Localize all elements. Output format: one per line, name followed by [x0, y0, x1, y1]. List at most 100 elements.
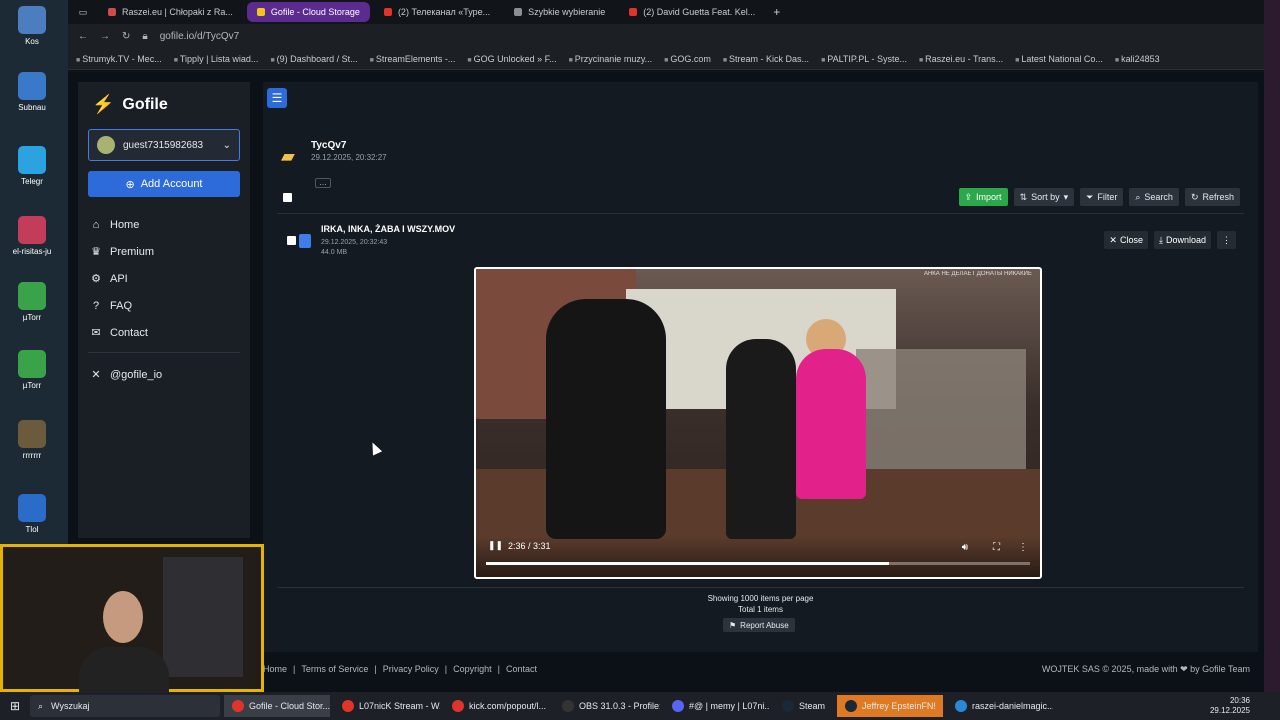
video-more-icon[interactable]: ⋮	[1018, 542, 1028, 553]
footer-link[interactable]: Privacy Policy	[383, 664, 439, 674]
desktop-icon-label: Telegr	[21, 177, 43, 186]
windows-start-icon[interactable]: ⊞	[0, 699, 30, 713]
desktop-icon[interactable]: Subnau	[10, 72, 54, 112]
desktop-app-icon	[18, 6, 46, 34]
forward-icon[interactable]: →	[100, 31, 110, 42]
report-abuse-button[interactable]: ⚑ Report Abuse	[723, 618, 795, 632]
reload-icon[interactable]: ↻	[122, 31, 130, 42]
footer-link[interactable]: Contact	[506, 664, 537, 674]
taskbar-search[interactable]: ⌕ Wyszukaj	[30, 695, 220, 717]
footer-credit: WOJTEK SAS © 2025, made with ❤ by Gofile…	[1041, 663, 1250, 674]
file-more-button[interactable]: ⋮	[1217, 231, 1236, 249]
volume-icon[interactable]: 🔊︎	[962, 542, 968, 553]
caret-down-icon: ▾	[1063, 191, 1069, 202]
file-name[interactable]: IRKA, INKA, ŻABA I WSZY.MOV	[321, 224, 455, 234]
bookmark-item[interactable]: GOG.com	[664, 54, 711, 64]
filter-button[interactable]: ⏷ Filter	[1080, 188, 1124, 206]
desktop-icon[interactable]: el-risitas-ju	[10, 216, 54, 256]
taskbar-app[interactable]: L07nicK Stream - W...	[334, 695, 440, 717]
taskbar-app-icon	[452, 700, 464, 712]
close-button[interactable]: ✕ Close	[1104, 231, 1148, 249]
fullscreen-icon[interactable]: ⛶	[993, 542, 1000, 553]
taskbar-app[interactable]: OBS 31.0.3 - Profile:...	[554, 695, 660, 717]
sidebar-item-label: Premium	[110, 245, 155, 258]
desktop-icon[interactable]: Kos	[10, 6, 54, 46]
search-button[interactable]: ⌕ Search	[1129, 188, 1179, 206]
desktop-icon[interactable]: Telegr	[10, 146, 54, 186]
bookmark-item[interactable]: (9) Dashboard / St...	[270, 54, 358, 64]
file-video-icon	[299, 234, 311, 248]
new-tab-button[interactable]: +	[773, 5, 780, 19]
footer-separator: |	[374, 664, 377, 674]
refresh-button[interactable]: ↻ Refresh	[1184, 188, 1240, 206]
sidebar-item-contact[interactable]: ✉ Contact	[88, 319, 240, 346]
file-checkbox[interactable]	[287, 236, 296, 245]
video-progress-bar[interactable]	[486, 562, 1030, 565]
sidebar-nav: ⌂ Home ♛ Premium ⚙ API? FAQ ✉ Contact	[88, 211, 240, 346]
browser-tab[interactable]: Gofile - Cloud Storage	[246, 2, 370, 22]
desktop-icon[interactable]: µTorr	[10, 350, 54, 390]
taskbar: ⊞ ⌕ Wyszukaj Gofile - Cloud Stor... L07ni…	[0, 692, 1280, 720]
filter-icon: ⏷	[1086, 191, 1094, 202]
tab-actions-icon[interactable]: ▭	[68, 7, 98, 18]
refresh-icon: ↻	[1190, 191, 1199, 202]
bookmark-item[interactable]: PALTIP.PL - Syste...	[821, 54, 907, 64]
footer-link[interactable]: Home	[263, 664, 287, 674]
taskbar-app[interactable]: #@ | memy | L07ni...	[664, 695, 770, 717]
folder-options-button[interactable]: …	[315, 178, 331, 188]
video-player[interactable]: АНКА НЕ ДЕЛАЕТ ДОНАТЫ НИКАКИЕ ❚❚ 2:36 / …	[474, 267, 1042, 579]
select-all-checkbox[interactable]	[283, 193, 292, 202]
menu-toggle-button[interactable]: ☰	[267, 88, 287, 108]
download-label: Download	[1165, 235, 1206, 245]
desktop-icon[interactable]: Tlol	[10, 494, 54, 534]
desktop-icon-label: Tlol	[25, 525, 39, 534]
desktop-right-edge	[1264, 0, 1280, 692]
bookmark-item[interactable]: Stream - Kick Das...	[723, 54, 809, 64]
sidebar-item-api[interactable]: ⚙ API	[88, 265, 240, 292]
taskbar-app[interactable]: kick.com/popout/l...	[444, 695, 550, 717]
download-button[interactable]: ⤓ Download	[1153, 231, 1211, 249]
gofile-logo[interactable]: ⚡ Gofile	[92, 94, 240, 115]
download-icon: ⤓	[1158, 234, 1163, 245]
bookmark-item[interactable]: Latest National Co...	[1015, 54, 1103, 64]
sidebar-item-x[interactable]: ✕ @gofile_io	[88, 361, 240, 388]
bookmark-item[interactable]: Tipply | Lista wiad...	[174, 54, 259, 64]
bookmark-item[interactable]: GOG Unlocked » F...	[467, 54, 557, 64]
taskbar-app[interactable]: raszei-danielmagic...	[947, 695, 1053, 717]
browser-tab[interactable]: Raszei.eu | Chłopaki z Ra...	[98, 2, 243, 22]
taskbar-app[interactable]: Jeffrey EpsteinFN!	[837, 695, 944, 717]
divider	[277, 213, 1244, 214]
desktop-icon[interactable]: µTorr	[10, 282, 54, 322]
bookmark-item[interactable]: Strumyk.TV - Mec...	[76, 54, 162, 64]
sidebar-item-premium[interactable]: ♛ Premium	[88, 238, 240, 265]
bookmark-item[interactable]: Raszei.eu - Trans...	[919, 54, 1003, 64]
taskbar-app-icon	[955, 700, 968, 712]
chevron-down-icon: ⌄	[222, 139, 231, 151]
pause-icon[interactable]: ❚❚	[488, 540, 503, 551]
sort-button[interactable]: ⇅ Sort by ▾	[1013, 188, 1075, 206]
bookmark-item[interactable]: kali24853	[1115, 54, 1160, 64]
bookmark-item[interactable]: Przycinanie muzy...	[569, 54, 652, 64]
add-account-button[interactable]: ⊕ Add Account	[88, 171, 240, 197]
import-button[interactable]: ⇪ Import	[958, 188, 1008, 206]
bookmark-item[interactable]: StreamElements -...	[370, 54, 456, 64]
taskbar-clock[interactable]: 20:36 29.12.2025	[1210, 696, 1280, 716]
taskbar-app[interactable]: Steam	[774, 695, 833, 717]
sidebar-item-faq[interactable]: ? FAQ	[88, 292, 240, 319]
back-icon[interactable]: ←	[78, 31, 88, 42]
main-content: ☰ ▰ TycQv7 29.12.2025, 20:32:27 … ⇪ Impor…	[263, 82, 1258, 652]
sidebar-item-home[interactable]: ⌂ Home	[88, 211, 240, 238]
browser-tab[interactable]: (2) Телеканал «Туре...	[374, 2, 500, 22]
footer-link[interactable]: Copyright	[453, 664, 492, 674]
desktop-icon-label: Kos	[25, 37, 39, 46]
footer-link[interactable]: Terms of Service	[301, 664, 368, 674]
account-select[interactable]: guest7315982683 ⌄	[88, 129, 240, 161]
taskbar-app-label: Gofile - Cloud Stor...	[249, 701, 330, 711]
desktop-icon[interactable]: rrrrrrr	[10, 420, 54, 460]
browser-tab[interactable]: (2) David Guetta Feat. Kel...	[619, 2, 765, 22]
browser-tab[interactable]: Szybkie wybieranie	[504, 2, 615, 22]
sidebar-item-label: Contact	[110, 326, 148, 339]
url-field[interactable]: gofile.io/d/TycQv7	[160, 31, 239, 42]
taskbar-app[interactable]: Gofile - Cloud Stor...	[224, 695, 330, 717]
desktop-icon-label: µTorr	[22, 313, 42, 322]
